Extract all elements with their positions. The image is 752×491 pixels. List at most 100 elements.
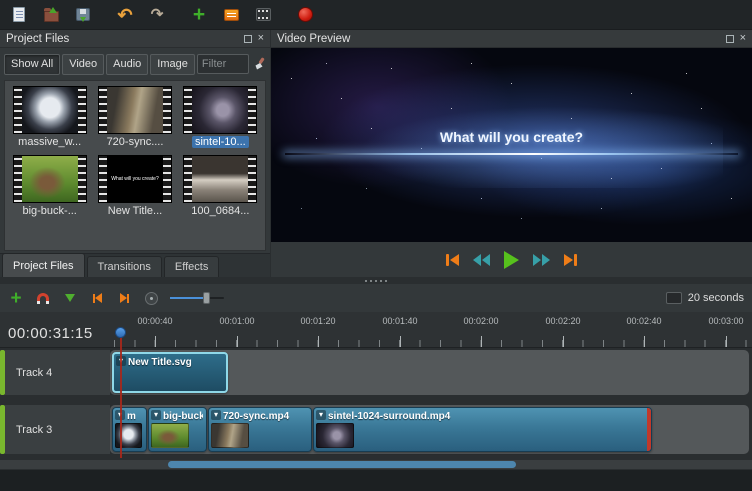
clip-menu-chevron-icon[interactable]: [211, 410, 221, 420]
filter-image-button[interactable]: Image: [150, 54, 195, 75]
record-icon: [298, 7, 313, 22]
file-label: sintel-10...: [192, 136, 249, 148]
fit-zoom-icon[interactable]: [666, 292, 682, 304]
ruler-label: 00:03:00: [708, 316, 743, 326]
open-project-button[interactable]: [38, 3, 64, 27]
new-project-button[interactable]: [6, 3, 32, 27]
clip-trim-edge[interactable]: [647, 408, 651, 451]
file-item[interactable]: What will you create? New Title...: [92, 155, 177, 217]
undock-icon[interactable]: [244, 35, 252, 43]
file-item[interactable]: 720-sync....: [92, 86, 177, 148]
import-files-button[interactable]: +: [186, 3, 212, 27]
panel-splitter[interactable]: [0, 277, 752, 284]
clip-720-sync[interactable]: 720-sync.mp4: [208, 407, 312, 452]
snapping-toggle-button[interactable]: [35, 288, 51, 308]
undo-button[interactable]: ↶: [112, 3, 138, 27]
track-name: Track 4: [16, 367, 52, 379]
jump-to-start-icon: [446, 254, 449, 266]
file-label: 100_0684...: [188, 205, 252, 217]
filter-audio-button[interactable]: Audio: [106, 54, 148, 75]
title-thumbnail: What will you create?: [107, 156, 163, 202]
playhead-handle[interactable]: [115, 327, 126, 338]
clip-label: big-buck-: [163, 411, 203, 422]
tab-effects[interactable]: Effects: [164, 256, 219, 277]
file-item[interactable]: massive_w...: [7, 86, 92, 148]
file-item[interactable]: big-buck-...: [7, 155, 92, 217]
close-icon[interactable]: ×: [258, 33, 264, 44]
previous-marker-button[interactable]: [89, 288, 105, 308]
file-filter-row: Show All Video Audio Image: [4, 52, 268, 76]
space-scene: What will you create?: [271, 48, 752, 242]
alley-thumbnail: [107, 87, 163, 133]
clip-thumbnail: [211, 423, 249, 448]
clip-label: sintel-1024-surround.mp4: [328, 411, 648, 422]
next-marker-button[interactable]: [116, 288, 132, 308]
filter-input[interactable]: [197, 54, 249, 74]
main-toolbar: ↶ ↷ +: [0, 0, 752, 30]
file-label: massive_w...: [15, 136, 84, 148]
ruler-label: 00:01:00: [219, 316, 254, 326]
tab-project-files[interactable]: Project Files: [2, 253, 85, 277]
jump-to-start-button[interactable]: [446, 254, 459, 266]
file-thumbnail: [98, 86, 172, 134]
save-project-icon: [76, 8, 90, 21]
save-project-button[interactable]: [70, 3, 96, 27]
clip-menu-chevron-icon[interactable]: [151, 410, 161, 420]
center-playhead-icon: [145, 292, 158, 305]
add-track-button[interactable]: +: [8, 288, 24, 308]
choose-profile-button[interactable]: [218, 3, 244, 27]
clip-new-title[interactable]: New Title.svg: [112, 352, 228, 393]
file-thumbnail: [183, 155, 257, 203]
jump-to-end-button[interactable]: [564, 254, 577, 266]
center-playhead-button[interactable]: [143, 288, 159, 308]
filter-show-all-button[interactable]: Show All: [4, 54, 60, 75]
timeline-ruler[interactable]: 00:00:31:15 00:00:40 00:01:00 00:01:20 0…: [0, 312, 752, 348]
disco-ball-thumbnail: [22, 87, 78, 133]
clip-sintel[interactable]: sintel-1024-surround.mp4: [313, 407, 652, 452]
rewind-button[interactable]: [473, 254, 490, 266]
video-frame[interactable]: What will you create?: [271, 48, 752, 242]
clear-filter-button[interactable]: [251, 54, 268, 74]
file-item-selected[interactable]: sintel-10...: [178, 86, 263, 148]
big-buck-thumbnail: [22, 156, 78, 202]
timeline-scrollbar[interactable]: [0, 460, 752, 469]
export-video-button[interactable]: [250, 3, 276, 27]
playhead-timecode: 00:00:31:15: [8, 325, 93, 342]
ruler-label: 00:01:20: [300, 316, 335, 326]
project-files-panel: Project Files × Show All Video Audio Ima…: [0, 30, 270, 277]
play-button[interactable]: [504, 251, 519, 269]
timeline-toolbar: + 20 seconds: [0, 284, 752, 312]
export-video-icon: [256, 8, 271, 21]
zoom-slider[interactable]: [170, 291, 224, 305]
import-files-icon: +: [193, 4, 205, 25]
file-thumbnail: [13, 86, 87, 134]
track-name: Track 3: [16, 424, 52, 436]
ruler-label: 00:02:40: [626, 316, 661, 326]
file-thumbnail: [183, 86, 257, 134]
file-item[interactable]: 100_0684...: [178, 155, 263, 217]
video-preview-header: Video Preview ×: [271, 30, 752, 48]
undock-icon[interactable]: [726, 35, 734, 43]
clip-massive[interactable]: m: [112, 407, 147, 452]
snapping-toggle-icon: [37, 293, 49, 304]
record-button[interactable]: [292, 3, 318, 27]
fast-forward-button[interactable]: [533, 254, 550, 266]
redo-button[interactable]: ↷: [144, 3, 170, 27]
clip-label: m: [127, 411, 143, 422]
open-project-icon: [44, 11, 59, 22]
redo-icon: ↷: [151, 7, 164, 22]
playhead-line: [120, 337, 122, 458]
clip-menu-chevron-icon[interactable]: [316, 410, 326, 420]
clip-big-buck[interactable]: big-buck-: [148, 407, 207, 452]
video-frame-text: What will you create?: [271, 129, 752, 145]
add-marker-button[interactable]: [62, 288, 78, 308]
close-icon[interactable]: ×: [740, 33, 746, 44]
bedroom-thumbnail: [192, 156, 248, 202]
dock-tabs: Project Files Transitions Effects: [0, 253, 270, 277]
brush-icon: [252, 57, 266, 71]
tab-transitions[interactable]: Transitions: [87, 256, 162, 277]
openshot-window: ↶ ↷ + Project Files × Show All Video Aud…: [0, 0, 752, 491]
filter-video-button[interactable]: Video: [62, 54, 104, 75]
zoom-slider-handle[interactable]: [203, 292, 210, 304]
timeline-scrollbar-thumb[interactable]: [168, 461, 516, 468]
